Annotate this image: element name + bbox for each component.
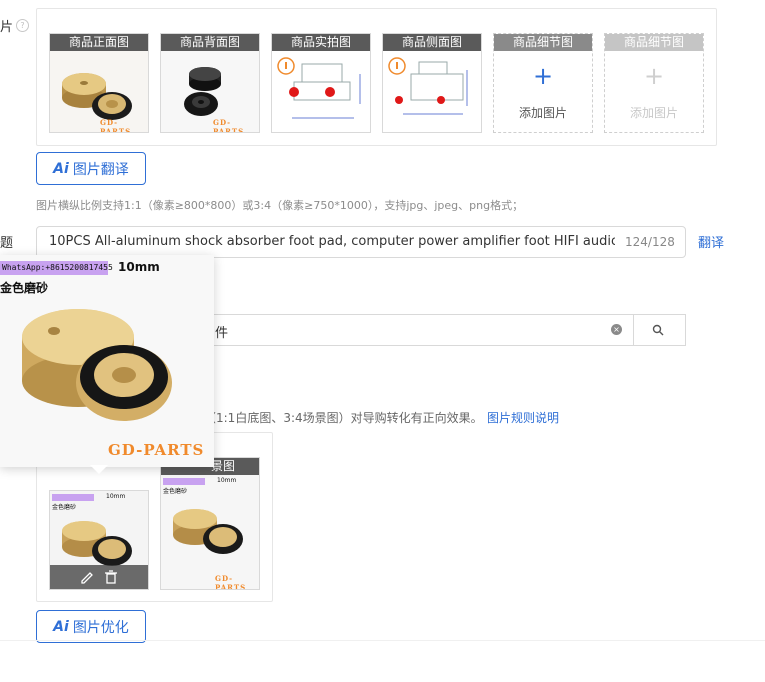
title-translate-link[interactable]: 翻译 (698, 232, 724, 251)
category-search-value: 件 (215, 326, 229, 341)
bottom-divider (0, 640, 765, 641)
image-slot-back[interactable]: 商品背面图 GD-PARTS (160, 33, 260, 133)
main-image-gallery: 商品正面图 GD-PARTS 商品背面图 GD-PARTS 商品实拍图 商品侧面… (36, 8, 717, 146)
white-bg-hint: （1:1白底图、3:4场景图）对导购转化有正向效果。 (204, 411, 483, 425)
slot-tag: 商品细节图 (605, 34, 703, 51)
title-char-count: 124/128 (625, 235, 675, 249)
edit-icon[interactable] (80, 570, 94, 584)
slot-tag: 商品背面图 (161, 34, 259, 51)
category-search-input[interactable]: 件 × (190, 314, 686, 346)
brand-watermark: GD-PARTS (215, 574, 247, 590)
image-slot-side[interactable]: 商品侧面图 (382, 33, 482, 133)
title-label: 题 (0, 236, 14, 251)
preview-size-label: 10mm (118, 260, 160, 274)
white-bg-image-2[interactable]: 景图 10mm 金色磨砂 GD-PARTS (160, 457, 260, 590)
image-slot-real-photo[interactable]: 商品实拍图 (271, 33, 371, 133)
ai-image-translate-button[interactable]: Ai 图片翻译 (36, 152, 146, 185)
thumb-hover-actions (50, 565, 148, 589)
preview-brand-watermark: GD-PARTS (108, 441, 205, 459)
thumb-size-label: 10mm (106, 493, 126, 500)
ai-optimize-label: 图片优化 (72, 619, 129, 636)
brand-watermark: GD-PARTS (213, 118, 245, 133)
thumb-finish-label: 金色磨砂 (52, 504, 77, 511)
white-bg-image-1[interactable]: 10mm 金色磨砂 (49, 490, 149, 590)
image-preview-popup: WhatsApp:+8615200817455 10mm 金色磨砂 GD-PAR… (0, 255, 214, 474)
plus-icon: + (643, 62, 665, 90)
slot-tag: 商品细节图 (494, 34, 592, 51)
add-image-label: 添加图片 (629, 106, 678, 120)
slot-tag: 商品侧面图 (383, 34, 481, 51)
popup-pointer (90, 465, 108, 474)
title-input[interactable]: 10PCS All-aluminum shock absorber foot p… (36, 226, 686, 258)
delete-icon[interactable] (104, 570, 118, 584)
brand-watermark: GD-PARTS (100, 118, 132, 133)
image-slot-detail-add-disabled: 商品细节图 + 添加图片 (604, 33, 704, 133)
image-rules-link[interactable]: 图片规则说明 (487, 409, 559, 426)
ai-translate-label: 图片翻译 (72, 161, 129, 178)
slot-tag: 商品正面图 (50, 34, 148, 51)
clear-icon[interactable]: × (611, 324, 622, 335)
thumb-size-label: 10mm (217, 477, 237, 484)
ai-image-optimize-button[interactable]: Ai 图片优化 (36, 610, 146, 643)
search-icon[interactable] (652, 324, 664, 336)
help-icon[interactable]: ? (16, 19, 29, 32)
whatsapp-tag: WhatsApp:+8615200817455 (0, 261, 113, 275)
preview-finish-label: 金色磨砂 (0, 281, 49, 295)
ai-icon: Ai (53, 618, 69, 635)
main-images-label: 片 (0, 20, 14, 35)
image-ratio-hint: 图片横纵比例支持1:1（像素≥800*800）或3:4（像素≥750*1000）… (36, 199, 524, 212)
search-divider (633, 315, 634, 345)
image-slot-front[interactable]: 商品正面图 GD-PARTS (49, 33, 149, 133)
title-input-value: 10PCS All-aluminum shock absorber foot p… (49, 234, 615, 249)
plus-icon: + (532, 62, 554, 90)
slot-tag: 商品实拍图 (272, 34, 370, 51)
ai-icon: Ai (53, 160, 69, 177)
image-slot-detail-add[interactable]: 商品细节图 + 添加图片 (493, 33, 593, 133)
thumb-finish-label: 金色磨砂 (163, 488, 188, 495)
add-image-label: 添加图片 (518, 106, 567, 120)
